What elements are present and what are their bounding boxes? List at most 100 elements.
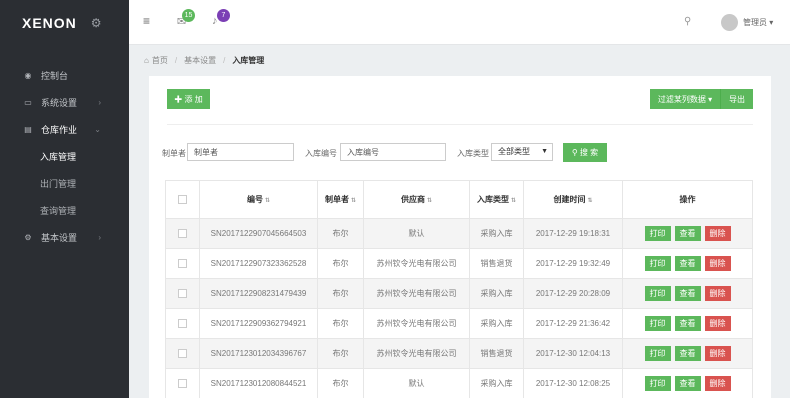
view-button[interactable]: 查看 [674, 256, 701, 271]
breadcrumb-home[interactable]: 首页 [152, 55, 168, 66]
chevron-right-icon: › [98, 98, 101, 107]
cell-maker: 布尔 [317, 218, 364, 249]
row-select-cell [165, 218, 200, 249]
cell-type: 销售退货 [469, 338, 524, 369]
delete-button[interactable]: 删除 [704, 346, 731, 361]
sidebar-subitem-outbound[interactable]: 出门管理 [0, 170, 129, 197]
type-select[interactable]: 全部类型 ▼ [491, 143, 553, 161]
sidebar-item-dashboard[interactable]: ◉ 控制台 [0, 62, 129, 89]
select-all-checkbox[interactable] [178, 195, 187, 205]
print-button[interactable]: 打印 [644, 376, 671, 391]
breadcrumb-current: 入库管理 [232, 55, 265, 65]
row-checkbox[interactable] [178, 259, 187, 269]
bell-badge: 7 [217, 9, 230, 22]
row-select-cell [165, 308, 200, 339]
view-button[interactable]: 查看 [674, 376, 701, 391]
cell-maker: 布尔 [317, 308, 364, 339]
sort-icon: ⇅ [587, 198, 593, 204]
sort-icon: ⇅ [264, 198, 271, 204]
print-button[interactable]: 打印 [644, 226, 671, 241]
col-time[interactable]: 创建时间 ⇅ [523, 180, 623, 219]
cell-actions: 打印 查看 删除 [622, 218, 753, 249]
cell-actions: 打印 查看 删除 [622, 248, 753, 279]
print-button[interactable]: 打印 [644, 256, 671, 271]
cell-maker: 布尔 [317, 278, 364, 309]
col-time-label: 创建时间 [553, 195, 586, 204]
col-code[interactable]: 编号 ⇅ [199, 180, 318, 219]
search-icon[interactable]: ⚲ [684, 16, 691, 27]
cell-code: SN2017122908231479439 [199, 278, 318, 309]
row-select-cell [165, 278, 200, 309]
delete-button[interactable]: 删除 [704, 256, 731, 271]
delete-button[interactable]: 删除 [704, 316, 731, 331]
cell-type: 销售退货 [469, 248, 524, 279]
book-icon: ▤ [24, 125, 32, 134]
cell-time: 2017-12-29 19:18:31 [523, 218, 623, 249]
filter-columns-button[interactable]: 过滤某列数据 ▾ [650, 89, 720, 109]
cell-code: SN2017122909362794921 [199, 308, 318, 339]
search-icon: ⚲ [571, 148, 578, 157]
export-button[interactable]: 导出 [720, 89, 753, 109]
hamburger-menu-icon[interactable]: ≡ [143, 14, 150, 28]
sidebar-nav: ◉ 控制台 ▭ 系统设置 › ▤ 仓库作业 ⌄ 入库管理 出门管理 查询管理 ⚙… [0, 62, 129, 251]
cell-supplier: 苏州钦令光电有限公司 [363, 248, 470, 279]
col-maker[interactable]: 制单者 ⇅ [317, 180, 364, 219]
table-header-row: 编号 ⇅ 制单者 ⇅ 供应商 ⇅ 入库类型 ⇅ 创建时间 ⇅ 操作 [165, 180, 753, 219]
sort-icon: ⇅ [426, 198, 433, 204]
search-button[interactable]: ⚲ 搜 索 [563, 143, 607, 162]
row-checkbox[interactable] [178, 379, 187, 389]
bell-icon[interactable]: ♪ 7 [212, 9, 230, 27]
content-panel: ✚ 添 加 过滤某列数据 ▾ 导出 制单者 入库编号 入库类型 全部类型 ▼ ⚲… [149, 76, 771, 398]
table-row: SN2017123012080844521 布尔 默认 采购入库 2017-12-30 … [165, 368, 753, 398]
row-checkbox[interactable] [178, 289, 187, 299]
settings-gear-icon[interactable]: ⚙ [91, 16, 103, 30]
mail-icon[interactable]: ✉ 15 [177, 9, 195, 28]
sidebar-subitem-inbound[interactable]: 入库管理 [0, 143, 129, 170]
col-type[interactable]: 入库类型 ⇅ [469, 180, 524, 219]
sidebar-subitem-label: 入库管理 [40, 152, 77, 162]
sidebar-item-label: 仓库作业 [41, 125, 78, 135]
chevron-right-icon: › [98, 233, 101, 242]
user-menu[interactable]: 管理员 ▾ [743, 17, 773, 28]
row-select-cell [165, 368, 200, 398]
row-checkbox[interactable] [178, 319, 187, 329]
top-header: ≡ ✉ 15 ♪ 7 ⚲ 管理员 ▾ [129, 0, 790, 45]
print-button[interactable]: 打印 [644, 346, 671, 361]
view-button[interactable]: 查看 [674, 226, 701, 241]
sidebar-item-system-settings[interactable]: ▭ 系统设置 › [0, 89, 129, 116]
sidebar-item-warehouse[interactable]: ▤ 仓库作业 ⌄ [0, 116, 129, 143]
cell-actions: 打印 查看 删除 [622, 368, 753, 398]
sidebar-subitem-query[interactable]: 查询管理 [0, 197, 129, 224]
breadcrumb-basic-settings[interactable]: 基本设置 [184, 55, 216, 66]
row-checkbox[interactable] [178, 349, 187, 359]
sort-icon: ⇅ [510, 198, 517, 204]
row-select-cell [165, 248, 200, 279]
cell-type: 采购入库 [469, 218, 524, 249]
view-button[interactable]: 查看 [674, 286, 701, 301]
table-row: SN2017123012034396767 布尔 苏州钦令光电有限公司 销售退货 201… [165, 338, 753, 369]
col-supplier[interactable]: 供应商 ⇅ [363, 180, 470, 219]
add-button-label: 添 加 [184, 94, 203, 104]
search-button-label: 搜 索 [579, 148, 599, 157]
view-button[interactable]: 查看 [674, 346, 701, 361]
print-button[interactable]: 打印 [644, 316, 671, 331]
sidebar-item-label: 基本设置 [41, 233, 78, 243]
delete-button[interactable]: 删除 [704, 286, 731, 301]
row-checkbox[interactable] [178, 229, 187, 239]
view-button[interactable]: 查看 [674, 316, 701, 331]
delete-button[interactable]: 删除 [704, 376, 731, 391]
delete-button[interactable]: 删除 [704, 226, 731, 241]
sidebar-item-basic-settings[interactable]: ⚙ 基本设置 › [0, 224, 129, 251]
col-maker-label: 制单者 [324, 195, 349, 204]
monitor-icon: ▭ [24, 98, 32, 107]
maker-input[interactable] [187, 143, 294, 161]
sort-icon: ⇅ [350, 198, 357, 204]
print-button[interactable]: 打印 [644, 286, 671, 301]
col-actions: 操作 [622, 180, 753, 219]
cell-type: 采购入库 [469, 278, 524, 309]
avatar[interactable] [721, 14, 738, 31]
cell-supplier: 默认 [363, 368, 470, 398]
mail-badge: 15 [182, 9, 195, 22]
add-button[interactable]: ✚ 添 加 [167, 89, 210, 109]
code-input[interactable] [340, 143, 446, 161]
